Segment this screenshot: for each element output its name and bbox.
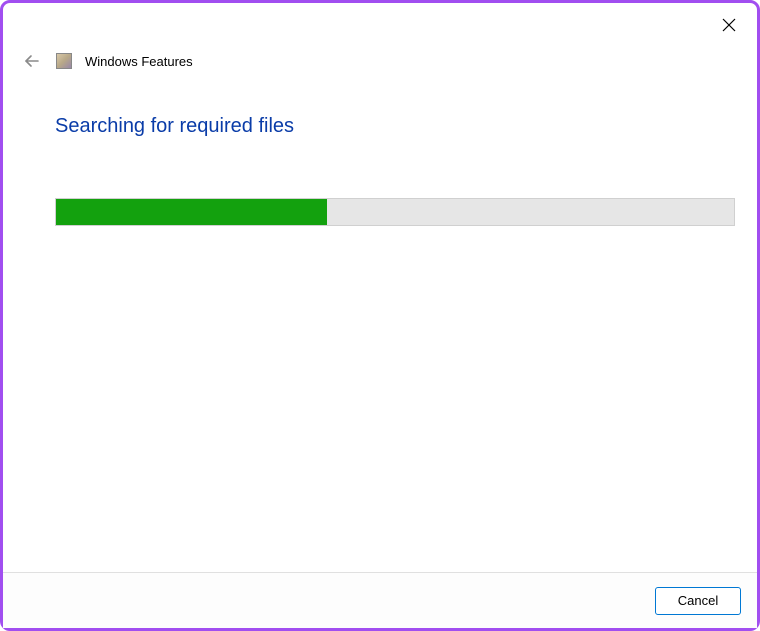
header-row: Windows Features [3,47,757,75]
titlebar [3,3,757,43]
footer: Cancel [3,572,757,628]
main-heading: Searching for required files [55,115,731,138]
content-area: Searching for required files [3,75,757,572]
close-button[interactable] [717,13,741,37]
windows-features-icon [56,53,72,69]
cancel-button[interactable]: Cancel [655,587,741,615]
back-arrow-icon [23,52,41,70]
close-icon [722,18,736,32]
app-title: Windows Features [85,54,193,69]
progress-bar [55,198,735,226]
back-button[interactable] [21,50,43,72]
dialog-window: Windows Features Searching for required … [0,0,760,631]
progress-fill [56,199,327,225]
app-icon [55,52,73,70]
